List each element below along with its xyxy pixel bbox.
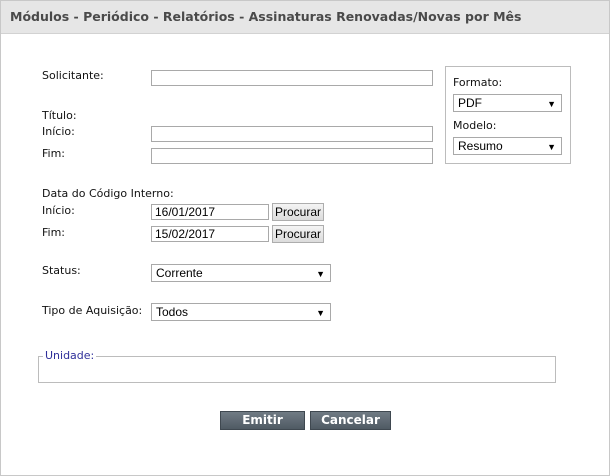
data-inicio-input[interactable]: 16/01/2017 [151,204,269,220]
titulo-label: Título: [42,109,77,122]
cancelar-button[interactable]: Cancelar [310,411,391,430]
data-fim-input[interactable]: 15/02/2017 [151,226,269,242]
title-bar: Módulos - Periódico - Relatórios - Assin… [1,1,609,34]
data-codigo-label: Data do Código Interno: [42,187,174,200]
tipo-aquisicao-select[interactable]: Todos ▼ [151,303,331,321]
formato-label: Formato: [453,76,503,89]
modelo-select[interactable]: Resumo ▼ [453,137,562,155]
titulo-inicio-label: Início: [42,125,75,138]
tipo-aquisicao-value: Todos [156,305,189,319]
titulo-fim-input[interactable] [151,148,433,164]
chevron-down-icon: ▼ [316,269,325,279]
unidade-legend: Unidade: [43,349,97,362]
chevron-down-icon: ▼ [547,99,556,109]
status-label: Status: [42,264,81,277]
procurar-fim-button[interactable]: Procurar [272,225,324,243]
window-title: Módulos - Periódico - Relatórios - Assin… [10,9,522,24]
solicitante-label: Solicitante: [42,69,104,82]
formato-select[interactable]: PDF ▼ [453,94,562,112]
modelo-value: Resumo [458,139,503,153]
modelo-label: Modelo: [453,119,497,132]
formato-value: PDF [458,96,482,110]
unidade-fieldset[interactable] [38,356,556,383]
chevron-down-icon: ▼ [547,142,556,152]
emitir-button[interactable]: Emitir [220,411,305,430]
status-select[interactable]: Corrente ▼ [151,264,331,282]
chevron-down-icon: ▼ [316,308,325,318]
data-fim-label: Fim: [42,226,66,239]
titulo-fim-label: Fim: [42,147,66,160]
data-inicio-label: Início: [42,204,75,217]
solicitante-input[interactable] [151,70,433,86]
titulo-inicio-input[interactable] [151,126,433,142]
procurar-inicio-button[interactable]: Procurar [272,203,324,221]
tipo-aquisicao-label: Tipo de Aquisição: [42,304,143,317]
status-value: Corrente [156,266,203,280]
